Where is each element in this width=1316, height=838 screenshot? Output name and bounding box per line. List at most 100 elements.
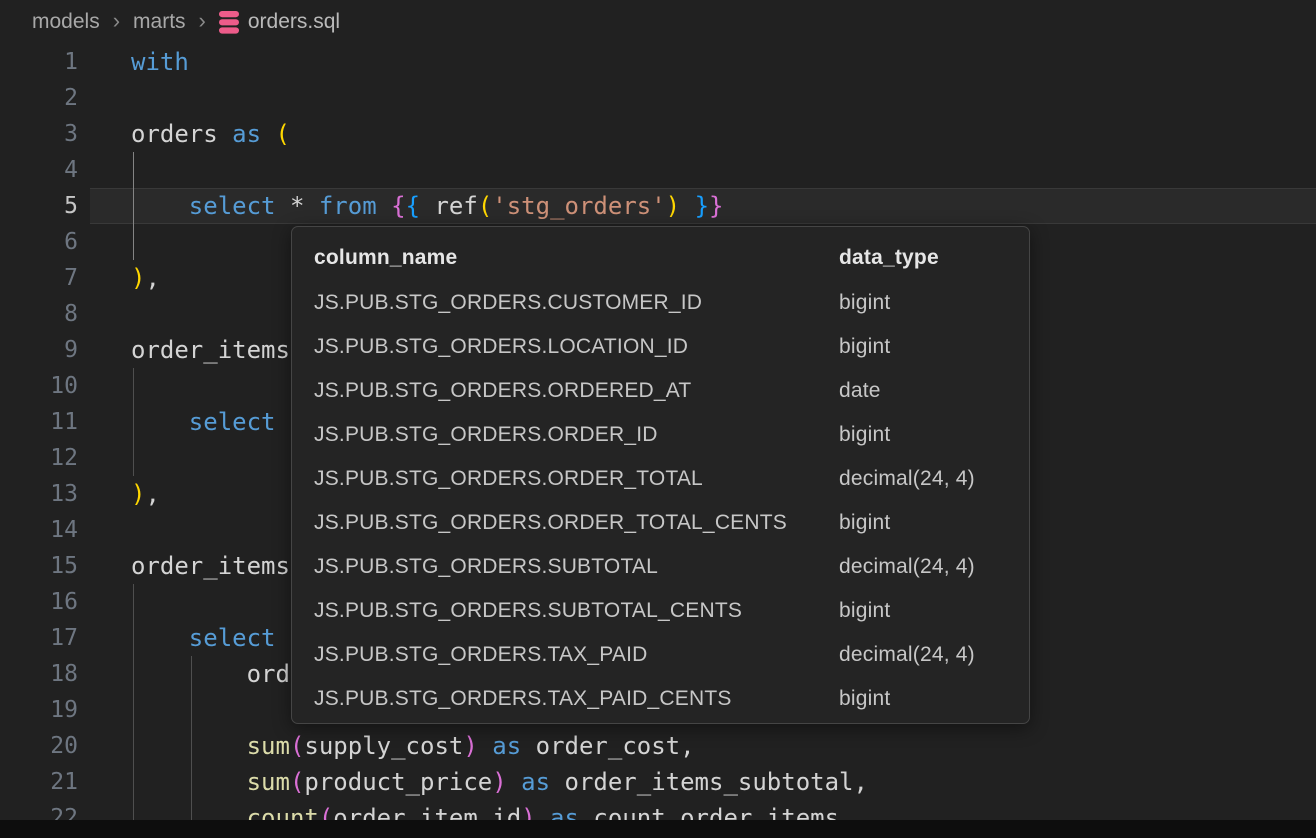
code-token: order_items_subtotal, xyxy=(550,768,868,796)
breadcrumb-item-marts[interactable]: marts xyxy=(133,10,186,34)
code-token: { xyxy=(406,192,420,220)
code-line: 21 sum(product_price) as order_items_sub… xyxy=(0,764,1316,800)
code-line: 20 sum(supply_cost) as order_cost, xyxy=(0,728,1316,764)
chevron-right-icon: › xyxy=(113,10,120,32)
code-token: { xyxy=(391,192,405,220)
breadcrumb-item-file[interactable]: orders.sql xyxy=(219,10,340,34)
code-token: ( xyxy=(478,192,492,220)
code-line-text[interactable]: sum(product_price) as order_items_subtot… xyxy=(131,768,868,796)
tooltip-header-column-name: column_name xyxy=(314,246,839,270)
code-line-text[interactable]: ord xyxy=(131,660,290,688)
code-token: select xyxy=(189,624,276,652)
code-line: 1 with xyxy=(0,44,1316,80)
code-line-text[interactable]: select xyxy=(131,624,276,652)
line-number[interactable]: 16 xyxy=(0,589,78,615)
code-token: sum xyxy=(247,768,290,796)
code-line-text[interactable]: select * from {{ ref('stg_orders') }} xyxy=(131,192,723,220)
line-number[interactable]: 10 xyxy=(0,373,78,399)
data-type-cell: decimal(24, 4) xyxy=(839,643,1007,667)
code-token: as xyxy=(232,120,261,148)
code-line-text[interactable]: ), xyxy=(131,264,160,292)
column-name-cell: JS.PUB.STG_ORDERS.ORDER_ID xyxy=(314,423,839,447)
code-token: * xyxy=(276,192,319,220)
line-number[interactable]: 1 xyxy=(0,49,78,75)
code-token: } xyxy=(709,192,723,220)
line-number[interactable]: 12 xyxy=(0,445,78,471)
code-token xyxy=(131,768,247,796)
line-number[interactable]: 18 xyxy=(0,661,78,687)
tooltip-column-row: JS.PUB.STG_ORDERS.ORDER_IDbigint xyxy=(292,413,1029,457)
line-number[interactable]: 3 xyxy=(0,121,78,147)
breadcrumb-item-models[interactable]: models xyxy=(32,10,100,34)
chevron-right-icon: › xyxy=(199,10,206,32)
code-token: ( xyxy=(290,732,304,760)
indent-guide xyxy=(191,692,192,728)
code-token xyxy=(261,120,275,148)
code-line-text[interactable]: ), xyxy=(131,480,160,508)
data-type-cell: bigint xyxy=(839,511,1007,535)
code-line: 4 xyxy=(0,152,1316,188)
code-token: ) xyxy=(463,732,477,760)
data-type-cell: bigint xyxy=(839,423,1007,447)
tooltip-column-row: JS.PUB.STG_ORDERS.SUBTOTALdecimal(24, 4) xyxy=(292,545,1029,589)
code-token: ) xyxy=(666,192,680,220)
line-number[interactable]: 8 xyxy=(0,301,78,327)
line-number[interactable]: 17 xyxy=(0,625,78,651)
code-token: ) xyxy=(492,768,506,796)
line-number[interactable]: 11 xyxy=(0,409,78,435)
data-type-cell: decimal(24, 4) xyxy=(839,555,1007,579)
breadcrumb-file-label: orders.sql xyxy=(248,10,340,34)
panel-divider xyxy=(0,820,1316,838)
code-token: supply_cost xyxy=(304,732,463,760)
tooltip-body: JS.PUB.STG_ORDERS.CUSTOMER_IDbigint JS.PU… xyxy=(292,281,1029,721)
code-token: sum xyxy=(247,732,290,760)
code-token xyxy=(680,192,694,220)
code-line-text[interactable]: order_items xyxy=(131,336,290,364)
code-token: , xyxy=(145,480,159,508)
line-number[interactable]: 13 xyxy=(0,481,78,507)
code-token: select xyxy=(189,192,276,220)
line-number[interactable]: 6 xyxy=(0,229,78,255)
tooltip-column-row: JS.PUB.STG_ORDERS.ORDERED_ATdate xyxy=(292,369,1029,413)
code-token: as xyxy=(492,732,521,760)
indent-guide xyxy=(133,368,134,404)
column-name-cell: JS.PUB.STG_ORDERS.ORDER_TOTAL_CENTS xyxy=(314,511,839,535)
editor-window: models › marts › orders.sql 1with23order… xyxy=(0,0,1316,44)
line-number[interactable]: 9 xyxy=(0,337,78,363)
line-number[interactable]: 21 xyxy=(0,769,78,795)
code-token: order_items xyxy=(131,336,290,364)
code-line-text[interactable]: order_items xyxy=(131,552,290,580)
code-line-text[interactable]: sum(supply_cost) as order_cost, xyxy=(131,732,695,760)
code-token: order_cost, xyxy=(521,732,694,760)
breadcrumb: models › marts › orders.sql xyxy=(0,0,1316,44)
line-number[interactable]: 5 xyxy=(0,193,78,219)
column-name-cell: JS.PUB.STG_ORDERS.ORDER_TOTAL xyxy=(314,467,839,491)
line-number[interactable]: 15 xyxy=(0,553,78,579)
code-token: } xyxy=(695,192,709,220)
code-line: 3 orders as ( xyxy=(0,116,1316,152)
code-token xyxy=(131,732,247,760)
code-line-text[interactable]: select xyxy=(131,408,276,436)
tooltip-column-row: JS.PUB.STG_ORDERS.TAX_PAID_CENTSbigint xyxy=(292,677,1029,721)
code-token: ( xyxy=(276,120,290,148)
tooltip-header-row: column_name data_type xyxy=(292,235,1029,281)
line-number[interactable]: 19 xyxy=(0,697,78,723)
tooltip-column-row: JS.PUB.STG_ORDERS.CUSTOMER_IDbigint xyxy=(292,281,1029,325)
line-number[interactable]: 14 xyxy=(0,517,78,543)
data-type-cell: date xyxy=(839,379,1007,403)
code-line-text[interactable]: orders as ( xyxy=(131,120,290,148)
line-number[interactable]: 2 xyxy=(0,85,78,111)
code-line-text[interactable]: with xyxy=(131,48,189,76)
code-token xyxy=(507,768,521,796)
line-number[interactable]: 4 xyxy=(0,157,78,183)
line-number[interactable]: 7 xyxy=(0,265,78,291)
line-number[interactable]: 20 xyxy=(0,733,78,759)
code-token xyxy=(131,408,189,436)
code-token: ord xyxy=(131,660,290,688)
code-token: product_price xyxy=(304,768,492,796)
code-token: from xyxy=(319,192,377,220)
column-name-cell: JS.PUB.STG_ORDERS.SUBTOTAL xyxy=(314,555,839,579)
column-name-cell: JS.PUB.STG_ORDERS.LOCATION_ID xyxy=(314,335,839,359)
code-token xyxy=(478,732,492,760)
column-hover-tooltip: column_name data_type JS.PUB.STG_ORDERS.… xyxy=(291,226,1030,724)
